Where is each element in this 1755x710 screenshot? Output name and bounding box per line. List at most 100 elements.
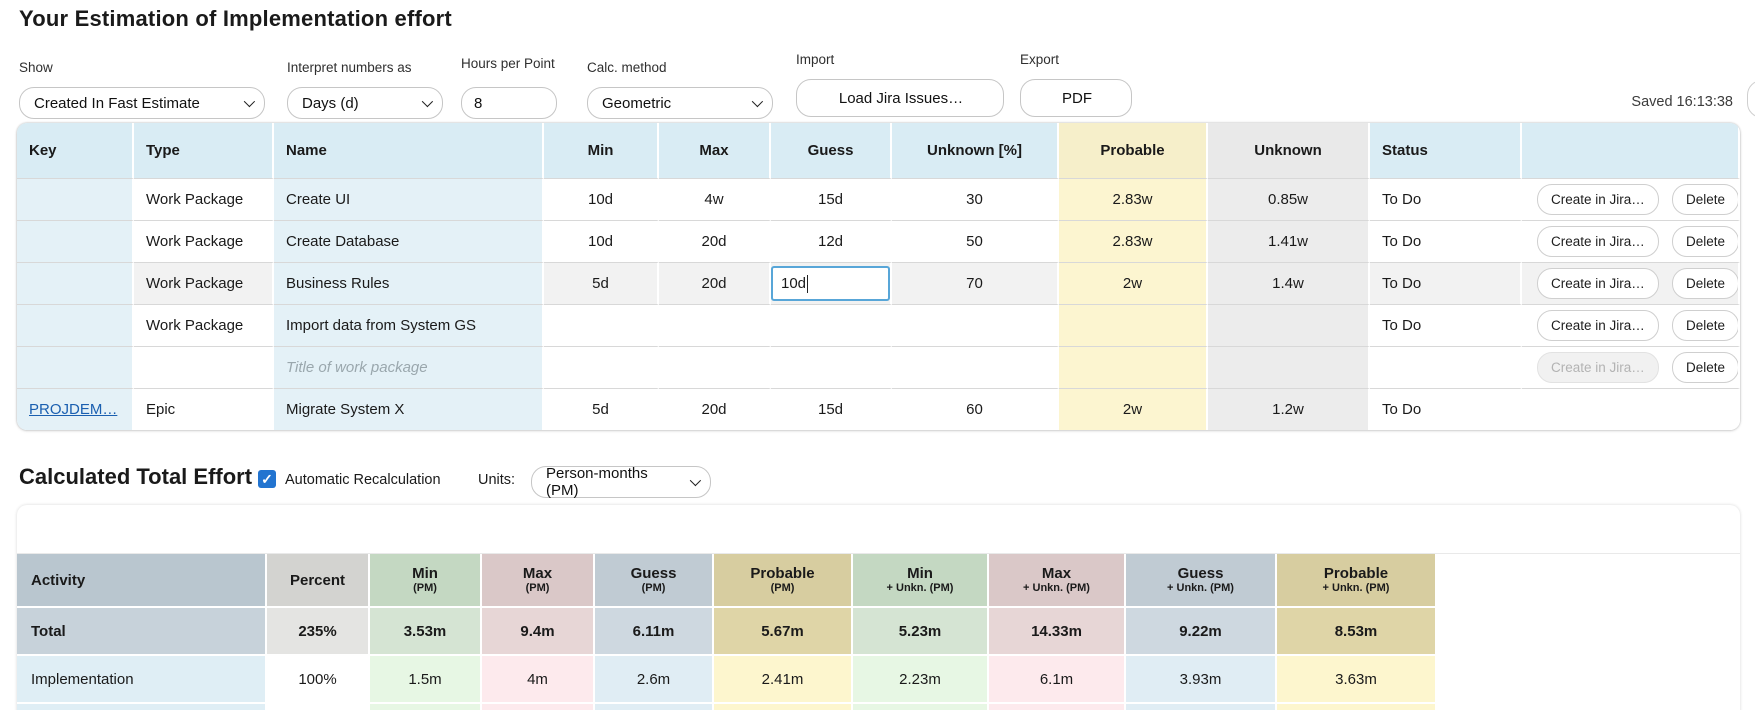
cell-guess[interactable]: 12d	[771, 220, 892, 262]
delete-button[interactable]: Delete	[1671, 352, 1738, 383]
cell-key[interactable]	[17, 346, 134, 388]
auto-recalc-checkbox[interactable]: ✓	[258, 470, 276, 488]
cell-min-pm: 1.5m	[370, 654, 482, 702]
cell-max-pm: 4m	[482, 654, 595, 702]
cell-unknown-pct[interactable]: 50	[892, 220, 1059, 262]
cell-type[interactable]: Work Package	[134, 262, 274, 304]
cell-name[interactable]: Create Database	[274, 220, 544, 262]
cut-off-button[interactable]	[1747, 80, 1755, 118]
cell-key[interactable]	[17, 178, 134, 220]
jira-key-link[interactable]: PROJDEM…	[29, 401, 117, 418]
cell-actions: Create in Jira… Delete	[1522, 304, 1740, 346]
col-header-probable: Probable	[1059, 123, 1208, 178]
cell-name[interactable]: Create UI	[274, 178, 544, 220]
cell-guess[interactable]	[771, 304, 892, 346]
cell-min-pm: 3.53m	[370, 606, 482, 654]
cell-max[interactable]: 20d	[659, 220, 771, 262]
cell-status[interactable]: To Do	[1370, 304, 1522, 346]
create-in-jira-button[interactable]: Create in Jira…	[1537, 226, 1659, 257]
cell-guess-pm: 6.11m	[595, 606, 714, 654]
cell-name[interactable]: Migrate System X	[274, 388, 544, 430]
cell-unknown: 1.2w	[1208, 388, 1370, 430]
cell-max[interactable]: 4w	[659, 178, 771, 220]
col-header-guess-pm: Guess (PM)	[595, 554, 714, 606]
cell-status[interactable]: To Do	[1370, 220, 1522, 262]
cell-type[interactable]	[134, 346, 274, 388]
load-jira-issues-button[interactable]: Load Jira Issues…	[796, 79, 1004, 117]
cell-key[interactable]	[17, 304, 134, 346]
delete-button[interactable]: Delete	[1671, 184, 1738, 215]
cell-min[interactable]: 5d	[544, 262, 659, 304]
cell-status[interactable]: To Do	[1370, 178, 1522, 220]
cell-min[interactable]: 10d	[544, 178, 659, 220]
cell-min[interactable]	[544, 346, 659, 388]
cell-key[interactable]	[17, 220, 134, 262]
cell-unknown: 1.41w	[1208, 220, 1370, 262]
create-in-jira-button[interactable]: Create in Jira…	[1537, 184, 1659, 215]
cell-name[interactable]: Import data from System GS	[274, 304, 544, 346]
interpret-numbers-select[interactable]: Days (d)	[287, 87, 443, 119]
hours-per-point-input[interactable]	[461, 87, 557, 119]
cell-unknown-pct[interactable]: 70	[892, 262, 1059, 304]
cell-probable: 2.83w	[1059, 220, 1208, 262]
guess-edit-input[interactable]: 10d	[771, 266, 890, 301]
totals-section-title: Calculated Total Effort	[19, 464, 253, 489]
cell-name-placeholder[interactable]: Title of work package	[274, 346, 544, 388]
delete-button[interactable]: Delete	[1671, 268, 1738, 299]
page-title: Your Estimation of Implementation effort	[19, 6, 452, 31]
cell-type[interactable]: Work Package	[134, 304, 274, 346]
cell-unknown-pct[interactable]	[892, 346, 1059, 388]
calc-method-select[interactable]: Geometric	[587, 87, 773, 119]
cell-activity[interactable]: Implementation	[17, 654, 267, 702]
cell-status[interactable]: To Do	[1370, 388, 1522, 430]
col-header-percent: Percent	[267, 554, 370, 606]
create-in-jira-button[interactable]: Create in Jira…	[1537, 268, 1659, 299]
cell-key-link: PROJDEM…	[17, 388, 134, 430]
create-in-jira-button[interactable]: Create in Jira…	[1537, 310, 1659, 341]
cell-unknown-pct[interactable]	[892, 304, 1059, 346]
estimation-table: Key Type Name Min Max Guess Unknown [%] …	[17, 123, 1740, 430]
col-header-probable-unkn-pm: Probable + Unkn. (PM)	[1277, 554, 1437, 606]
col-header-min: Min	[544, 123, 659, 178]
col-header-max-unkn-pm: Max + Unkn. (PM)	[989, 554, 1126, 606]
show-select[interactable]: Created In Fast Estimate	[19, 87, 265, 119]
cell-type[interactable]: Work Package	[134, 220, 274, 262]
cell-probable-unkn-pm: 3.63m	[1277, 654, 1437, 702]
cell-min-unkn-pm: 5.23m	[853, 606, 989, 654]
cell-max[interactable]: 20d	[659, 388, 771, 430]
cell-max[interactable]: 20d	[659, 262, 771, 304]
export-pdf-button[interactable]: PDF	[1020, 79, 1132, 117]
delete-button[interactable]: Delete	[1671, 310, 1738, 341]
cell-key[interactable]	[17, 262, 134, 304]
name-placeholder-text: Title of work package	[286, 359, 428, 376]
cell-min[interactable]	[544, 304, 659, 346]
cell-guess[interactable]	[771, 346, 892, 388]
units-select[interactable]: Person-months (PM)	[531, 465, 711, 499]
show-label: Show	[19, 60, 53, 75]
cell-unknown-pct[interactable]: 30	[892, 178, 1059, 220]
cell-probable-pm: 2.41m	[714, 654, 853, 702]
col-header-activity: Activity	[17, 554, 267, 606]
cell-min[interactable]: 5d	[544, 388, 659, 430]
delete-button[interactable]: Delete	[1671, 226, 1738, 257]
cell-max[interactable]	[659, 346, 771, 388]
cell-name[interactable]: Business Rules	[274, 262, 544, 304]
cell-guess[interactable]: 15d	[771, 388, 892, 430]
col-header-probable-pm: Probable (PM)	[714, 554, 853, 606]
col-header-guess: Guess	[771, 123, 892, 178]
cell-unknown-pct[interactable]: 60	[892, 388, 1059, 430]
cell-type[interactable]: Epic	[134, 388, 274, 430]
cell-actions: Create in Jira… Delete	[1522, 220, 1740, 262]
table-row: Work Package Create UI 10d 4w 15d 30 2.8…	[17, 178, 1740, 220]
cell-guess-unkn-pm: 9.22m	[1126, 606, 1277, 654]
cell-guess[interactable]: 15d	[771, 178, 892, 220]
cell-min[interactable]: 10d	[544, 220, 659, 262]
table-row-active: Work Package Business Rules 5d 20d 10d 7…	[17, 262, 1740, 304]
cell-max-unkn-pm: 14.33m	[989, 606, 1126, 654]
cell-percent[interactable]: 100%	[267, 654, 370, 702]
units-label: Units:	[478, 472, 516, 488]
cell-status[interactable]: To Do	[1370, 262, 1522, 304]
cell-max[interactable]	[659, 304, 771, 346]
cell-type[interactable]: Work Package	[134, 178, 274, 220]
calc-method-select-value: Geometric	[602, 94, 672, 112]
